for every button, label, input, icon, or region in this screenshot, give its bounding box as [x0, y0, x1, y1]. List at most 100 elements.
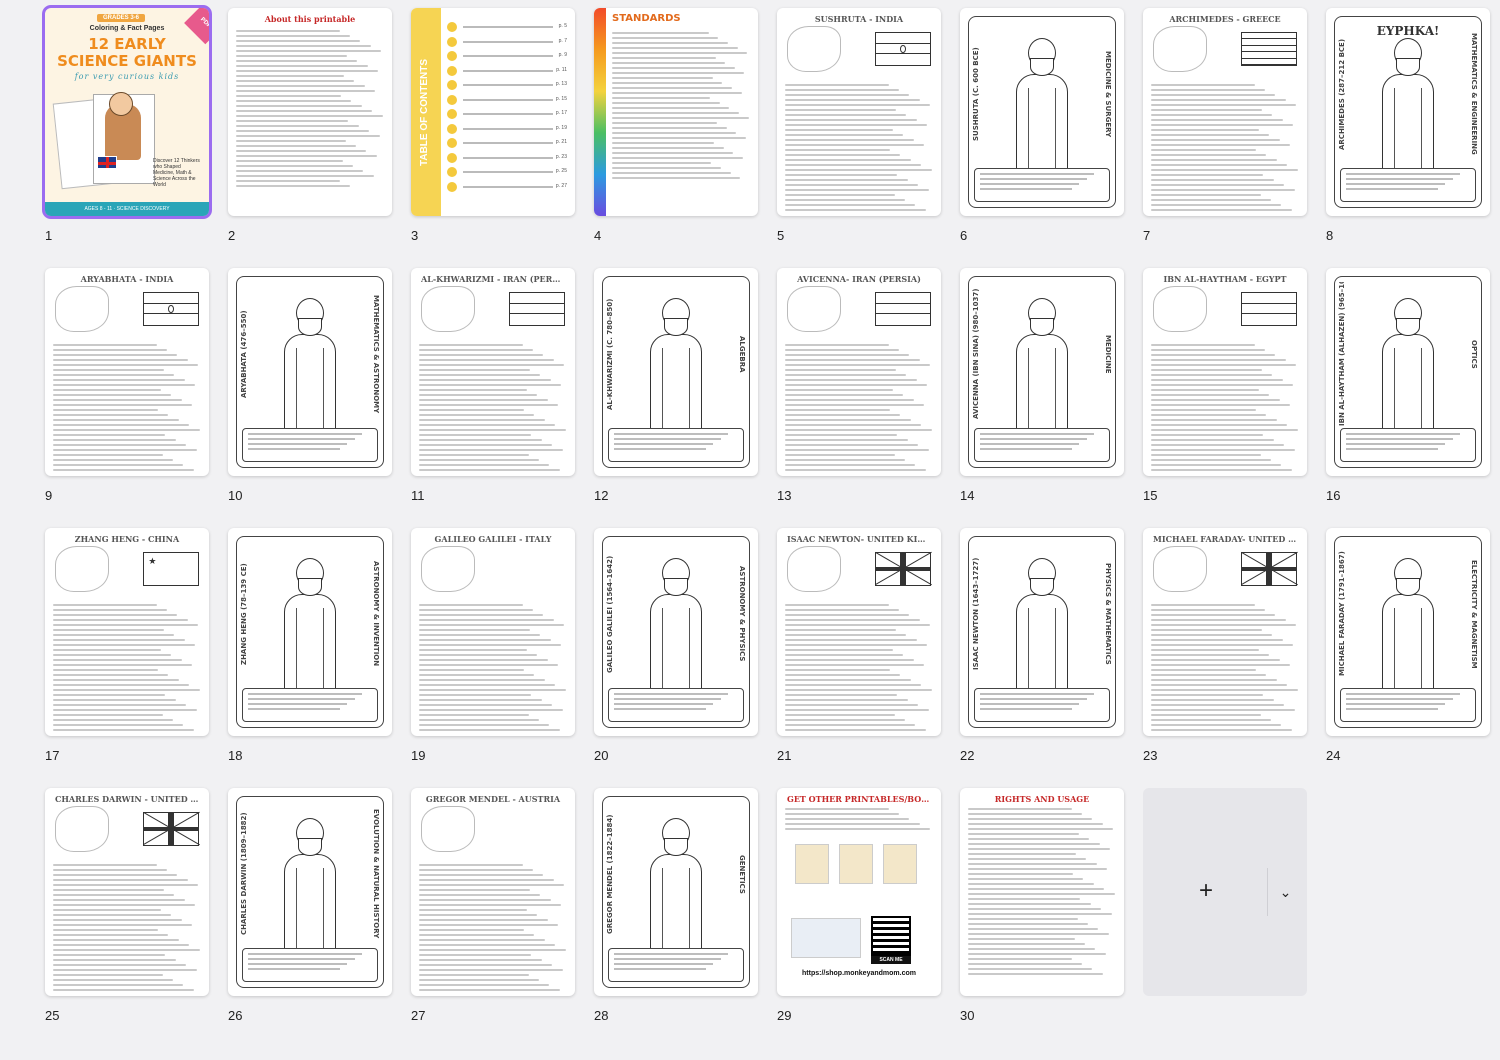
toc-entry[interactable]: p. 11: [447, 65, 567, 76]
toc-entry[interactable]: p. 9: [447, 51, 567, 61]
page-thumbnail[interactable]: ISAAC NEWTON (1643–1727) PHYSICS & MATHEM…: [960, 528, 1124, 736]
text-line: [968, 958, 1072, 960]
page-number: 19: [411, 748, 426, 763]
page-thumbnail[interactable]: SUSHRUTA - INDIA: [777, 8, 941, 216]
page-thumbnail[interactable]: About this printable: [228, 8, 392, 216]
scientist-drawing: [1370, 298, 1446, 438]
toc-entry[interactable]: p. 5: [447, 22, 567, 32]
subject-label: OPTICS: [1470, 339, 1478, 369]
text-line: [236, 110, 373, 112]
book-cover[interactable]: [795, 844, 829, 884]
standards-title: STANDARDS: [612, 13, 681, 24]
page-thumbnail[interactable]: ARCHIMEDES - GREECE: [1143, 8, 1307, 216]
page-thumbnail[interactable]: IBN AL-HAYTHAM - EGYPT: [1143, 268, 1307, 476]
page-thumbnail[interactable]: GALILEO GALILEI (1564–1642) ASTRONOMY & P…: [594, 528, 758, 736]
toc-entry-text: [463, 69, 553, 72]
toc-entry[interactable]: p. 23: [447, 152, 567, 163]
text-line: [1151, 379, 1283, 381]
text-line: [1151, 144, 1291, 146]
page-thumbnail[interactable]: ARYABHATA (476–550) MATHEMATICS & ASTRONO…: [228, 268, 392, 476]
page-thumbnail[interactable]: MICHAEL FARADAY- UNITED KINGDOM: [1143, 528, 1307, 736]
text-line: [785, 449, 929, 451]
page-thumbnail[interactable]: AL-KHWARIZMI - IRAN (PERSIA): [411, 268, 575, 476]
chevron-down-icon[interactable]: ⌄: [1267, 868, 1303, 916]
page-thumbnail[interactable]: MICHAEL FARADAY (1791–1867) ELECTRICITY &…: [1326, 528, 1490, 736]
toc-entry[interactable]: p. 13: [447, 80, 567, 90]
text-line: [968, 853, 1077, 855]
qr-code[interactable]: [871, 916, 911, 956]
page-thumbnail[interactable]: TABLE OF CONTENTS p. 5 p. 7 p. 9 p. 11 p. 13 p…: [411, 8, 575, 216]
page-thumbnail[interactable]: IBN AL-HAYTHAM (ALHAZEN) (965–1040) OPTIC…: [1326, 268, 1490, 476]
text-line: [1151, 404, 1291, 406]
text-line: [785, 359, 920, 361]
book-cover[interactable]: [883, 844, 917, 884]
toc-entry-text: [463, 98, 553, 101]
subject-label: EVOLUTION & NATURAL HISTORY: [372, 809, 380, 939]
country-map: [1153, 286, 1207, 332]
text-line: [785, 164, 922, 166]
toc-entry[interactable]: p. 19: [447, 123, 567, 134]
page-thumbnail[interactable]: GALILEO GALILEI - ITALY: [411, 528, 575, 736]
fact-page-title: AVICENNA- IRAN (PERSIA): [797, 274, 921, 284]
page-thumbnail[interactable]: CHARLES DARWIN - UNITED KINGDOM: [45, 788, 209, 996]
page-thumbnail[interactable]: GREGOR MENDEL (1822–1884) GENETICS: [594, 788, 758, 996]
fact-page-title: AL-KHWARIZMI - IRAN (PERSIA): [421, 274, 565, 284]
caption-line: [980, 438, 1087, 440]
toc-entry-text: [463, 156, 553, 159]
page-number: 29: [777, 1008, 792, 1023]
toc-page-ref: p. 17: [555, 110, 567, 116]
text-line: [785, 639, 917, 641]
page-cell: ISAAC NEWTON- UNITED KINGDOM 21: [777, 528, 941, 763]
text-line: [419, 689, 566, 691]
page-thumbnail[interactable]: GREGOR MENDEL - AUSTRIA: [411, 788, 575, 996]
page-thumbnail[interactable]: ARYABHATA - INDIA: [45, 268, 209, 476]
fact-page-title: MICHAEL FARADAY- UNITED KINGDOM: [1153, 534, 1297, 544]
page-thumbnail[interactable]: CHARLES DARWIN (1809–1882) EVOLUTION & NA…: [228, 788, 392, 996]
page-thumbnail[interactable]: EYPHKA! ARCHIMEDES (287–212 BCE) MATHEMATI…: [1326, 8, 1490, 216]
page-number: 26: [228, 1008, 243, 1023]
page-thumbnail[interactable]: GRADES 3-6 PDF Coloring & Fact Pages 12 EAR…: [42, 5, 212, 219]
page-thumbnail[interactable]: AVICENNA- IRAN (PERSIA): [777, 268, 941, 476]
page-thumbnail[interactable]: RIGHTS AND USAGE: [960, 788, 1124, 996]
text-line: [236, 120, 349, 122]
page-cell: ISAAC NEWTON (1643–1727) PHYSICS & MATHEM…: [960, 528, 1124, 763]
plus-icon[interactable]: +: [1195, 879, 1217, 903]
text-line: [785, 644, 928, 646]
page-thumbnail[interactable]: ISAAC NEWTON- UNITED KINGDOM: [777, 528, 941, 736]
page-thumbnail[interactable]: GET OTHER PRINTABLES/BOOKS SCAN ME https:/…: [777, 788, 941, 996]
figure-robe: [296, 348, 324, 436]
toc-entry[interactable]: p. 17: [447, 109, 567, 119]
text-line: [419, 434, 532, 436]
page-thumbnail[interactable]: AL-KHWARIZMI (C. 780–850) ALGEBRA: [594, 268, 758, 476]
flag-band: [1242, 293, 1296, 304]
page-thumbnail[interactable]: SUSHRUTA (C. 600 BCE) MEDICINE & SURGERY: [960, 8, 1124, 216]
toc-entry[interactable]: p. 27: [447, 181, 567, 192]
about-text: [236, 30, 384, 190]
text-line: [612, 177, 741, 179]
scientist-name-label: GREGOR MENDEL (1822–1884): [606, 814, 614, 934]
text-line: [612, 132, 737, 134]
text-line: [785, 444, 919, 446]
country-flag: [874, 552, 932, 586]
text-line: [785, 619, 920, 621]
page-cell: MICHAEL FARADAY- UNITED KINGDOM 23: [1143, 528, 1307, 763]
fact-text: [53, 864, 201, 994]
page-cell: RIGHTS AND USAGE 30: [960, 788, 1124, 1023]
book-cover[interactable]: [839, 844, 873, 884]
text-line: [419, 374, 541, 376]
page-thumbnail[interactable]: STANDARDS: [594, 8, 758, 216]
country-flag: ★: [143, 552, 199, 586]
rights-text: [968, 808, 1116, 978]
shop-url[interactable]: https://shop.monkeyandmom.com: [789, 970, 929, 977]
toc-entry[interactable]: p. 15: [447, 94, 567, 105]
toc-entry[interactable]: p. 25: [447, 167, 567, 177]
toc-entry[interactable]: p. 21: [447, 138, 567, 148]
page-thumbnail[interactable]: ZHANG HENG - CHINA ★: [45, 528, 209, 736]
page-thumbnail[interactable]: AVICENNA (IBN SINA) (980–1037) MEDICINE: [960, 268, 1124, 476]
toc-entry[interactable]: p. 7: [447, 36, 567, 47]
text-line: [785, 149, 891, 151]
text-line: [1151, 434, 1264, 436]
text-line: [1151, 454, 1261, 456]
page-thumbnail[interactable]: ZHANG HENG (78–139 CE) ASTRONOMY & INVENT…: [228, 528, 392, 736]
text-line: [785, 89, 899, 91]
